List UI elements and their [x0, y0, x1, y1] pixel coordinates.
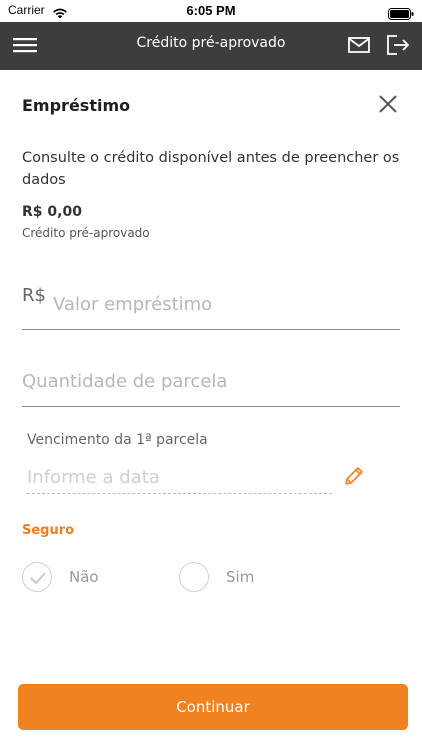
loan-amount-field: R$	[22, 280, 400, 330]
due-date-label: Vencimento da 1ª parcela	[27, 432, 208, 448]
status-bar: Carrier 6:05 PM	[0, 0, 422, 22]
insurance-option-yes[interactable]: Sim	[179, 562, 299, 594]
radio-circle	[22, 562, 52, 592]
installments-input[interactable]	[22, 357, 400, 405]
close-icon[interactable]	[376, 92, 400, 116]
due-date-field	[27, 462, 332, 494]
page-title: Empréstimo	[22, 96, 131, 115]
nav-bar: Crédito pré-aprovado	[0, 22, 422, 70]
mail-icon[interactable]	[348, 36, 370, 54]
due-date-input[interactable]	[27, 462, 332, 492]
insurance-label: Seguro	[22, 523, 75, 538]
continue-button[interactable]: Continuar	[18, 684, 408, 730]
radio-label-yes: Sim	[226, 568, 255, 586]
loan-amount-input[interactable]	[53, 280, 393, 328]
logout-icon[interactable]	[385, 33, 411, 57]
description-text: Consulte o crédito disponível antes de p…	[22, 150, 400, 188]
clock: 6:05 PM	[186, 3, 236, 18]
radio-circle	[179, 562, 209, 592]
pencil-icon[interactable]	[342, 464, 366, 488]
checkmark-icon	[30, 572, 46, 585]
currency-prefix: R$	[22, 285, 46, 306]
pre-approved-label: Crédito pré-aprovado	[22, 226, 150, 240]
installments-field	[22, 357, 400, 407]
pre-approved-amount: R$ 0,00	[22, 204, 82, 220]
radio-label-no: Não	[69, 568, 99, 586]
insurance-option-no[interactable]: Não	[22, 562, 142, 594]
battery-icon	[388, 5, 414, 20]
